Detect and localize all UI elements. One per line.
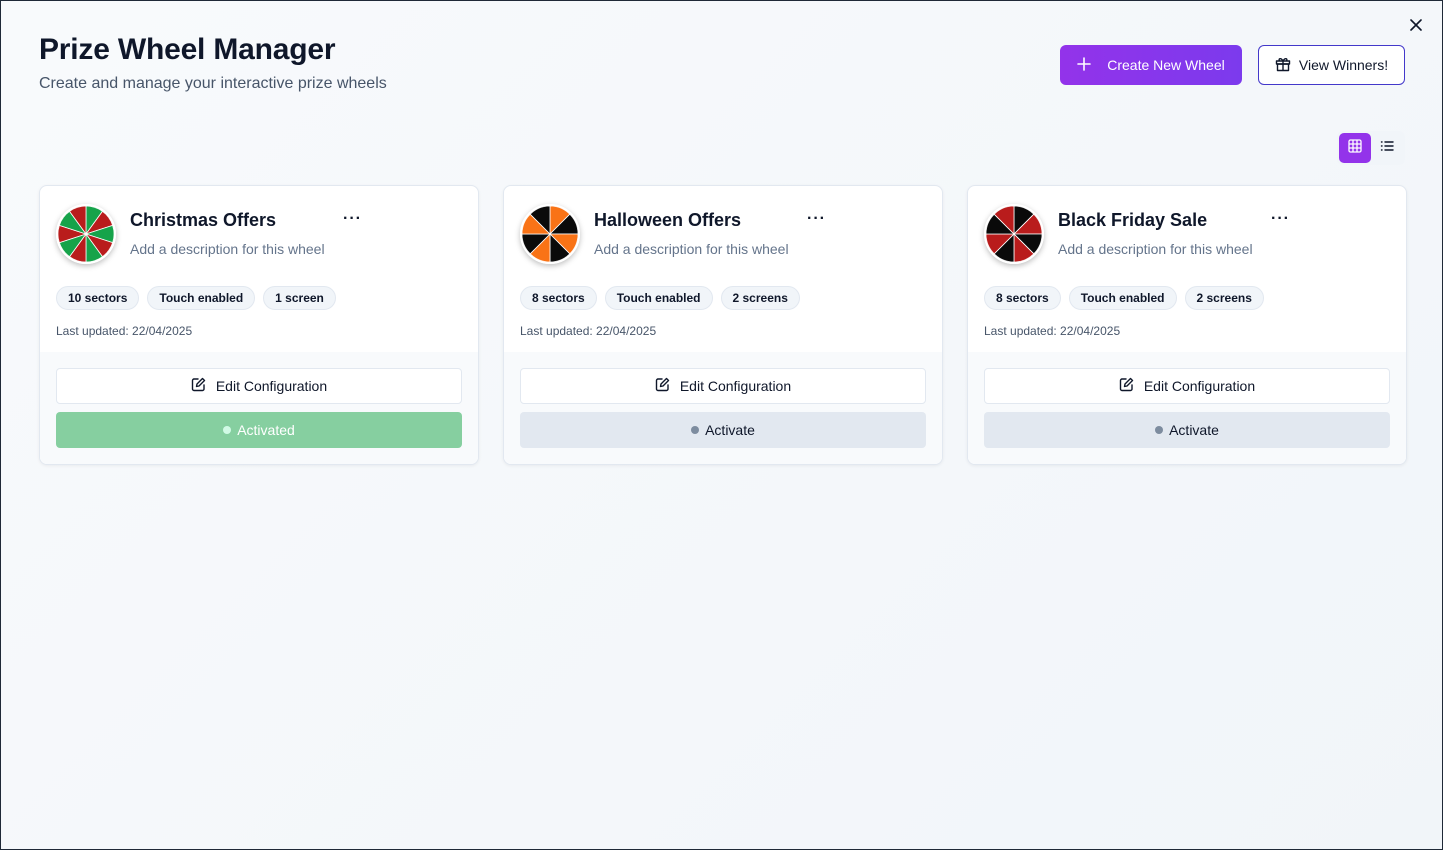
wheel-preview (984, 204, 1044, 264)
sectors-badge: 8 sectors (984, 286, 1061, 310)
status-dot-icon (1155, 426, 1164, 434)
wheel-preview (520, 204, 580, 264)
activate-button[interactable]: Activate (984, 412, 1390, 448)
header-actions: Create New Wheel View Winners! (1060, 45, 1405, 85)
plus-icon (1077, 56, 1092, 74)
status-dot-icon (223, 426, 232, 434)
grid-view-button[interactable] (1339, 133, 1371, 163)
more-options-icon[interactable]: ··· (343, 211, 362, 227)
activate-label: Activate (1169, 422, 1219, 438)
wheel-card-grid: Christmas Offers Add a description for t… (39, 185, 1407, 465)
edit-icon (655, 377, 670, 395)
badge-row: 8 sectors Touch enabled 2 screens (984, 286, 1390, 310)
page-subtitle: Create and manage your interactive prize… (39, 75, 387, 92)
wheel-description: Add a description for this wheel (1058, 241, 1253, 257)
view-winners-button[interactable]: View Winners! (1258, 45, 1405, 85)
close-icon[interactable] (1406, 15, 1426, 35)
wheel-name: Halloween Offers (594, 210, 742, 230)
last-updated: Last updated: 22/04/2025 (56, 324, 193, 338)
edit-configuration-button[interactable]: Edit Configuration (56, 368, 462, 404)
grid-icon (1348, 138, 1362, 158)
badge-row: 8 sectors Touch enabled 2 screens (520, 286, 926, 310)
screens-badge: 2 screens (720, 286, 800, 310)
page-title: Prize Wheel Manager (39, 33, 336, 66)
activate-button[interactable]: Activated (56, 412, 462, 448)
sectors-badge: 10 sectors (56, 286, 140, 310)
screens-badge: 2 screens (1184, 286, 1264, 310)
create-new-wheel-label: Create New Wheel (1107, 57, 1225, 73)
sectors-badge: 8 sectors (520, 286, 597, 310)
edit-icon (1119, 377, 1134, 395)
activate-label: Activated (237, 422, 295, 438)
more-options-icon[interactable]: ··· (807, 211, 826, 227)
wheel-card: Halloween Offers Add a description for t… (503, 185, 943, 465)
touch-badge: Touch enabled (1068, 286, 1177, 310)
create-new-wheel-button[interactable]: Create New Wheel (1060, 45, 1242, 85)
wheel-description: Add a description for this wheel (130, 241, 325, 257)
edit-configuration-button[interactable]: Edit Configuration (520, 368, 926, 404)
touch-badge: Touch enabled (147, 286, 256, 310)
edit-configuration-label: Edit Configuration (679, 378, 792, 394)
list-view-button[interactable] (1371, 133, 1403, 163)
card-footer: Edit Configuration Activate (504, 352, 942, 464)
wheel-card: Black Friday Sale Add a description for … (967, 185, 1407, 465)
last-updated: Last updated: 22/04/2025 (984, 324, 1121, 338)
badge-row: 10 sectors Touch enabled 1 screen (56, 286, 462, 310)
edit-configuration-label: Edit Configuration (215, 378, 328, 394)
wheel-card: Christmas Offers Add a description for t… (39, 185, 479, 465)
card-footer: Edit Configuration Activated (40, 352, 478, 464)
wheel-preview (56, 204, 116, 264)
dialog-window: Prize Wheel Manager Create and manage yo… (0, 0, 1443, 850)
edit-configuration-label: Edit Configuration (1143, 378, 1256, 394)
wheel-description: Add a description for this wheel (594, 241, 789, 257)
list-icon (1380, 139, 1394, 158)
card-content: Christmas Offers Add a description for t… (40, 186, 478, 352)
wheel-name: Christmas Offers (130, 210, 277, 230)
card-footer: Edit Configuration Activate (968, 352, 1406, 464)
gift-icon (1275, 56, 1291, 75)
wheel-name: Black Friday Sale (1058, 210, 1208, 230)
touch-badge: Touch enabled (604, 286, 713, 310)
activate-button[interactable]: Activate (520, 412, 926, 448)
more-options-icon[interactable]: ··· (1271, 211, 1290, 227)
activate-label: Activate (705, 422, 755, 438)
card-content: Black Friday Sale Add a description for … (968, 186, 1406, 352)
card-content: Halloween Offers Add a description for t… (504, 186, 942, 352)
view-toggle (1337, 131, 1405, 165)
edit-icon (191, 377, 206, 395)
edit-configuration-button[interactable]: Edit Configuration (984, 368, 1390, 404)
last-updated: Last updated: 22/04/2025 (520, 324, 657, 338)
page-header: Prize Wheel Manager Create and manage yo… (39, 33, 387, 93)
view-winners-label: View Winners! (1298, 57, 1389, 73)
screens-badge: 1 screen (263, 286, 336, 310)
status-dot-icon (691, 426, 700, 434)
